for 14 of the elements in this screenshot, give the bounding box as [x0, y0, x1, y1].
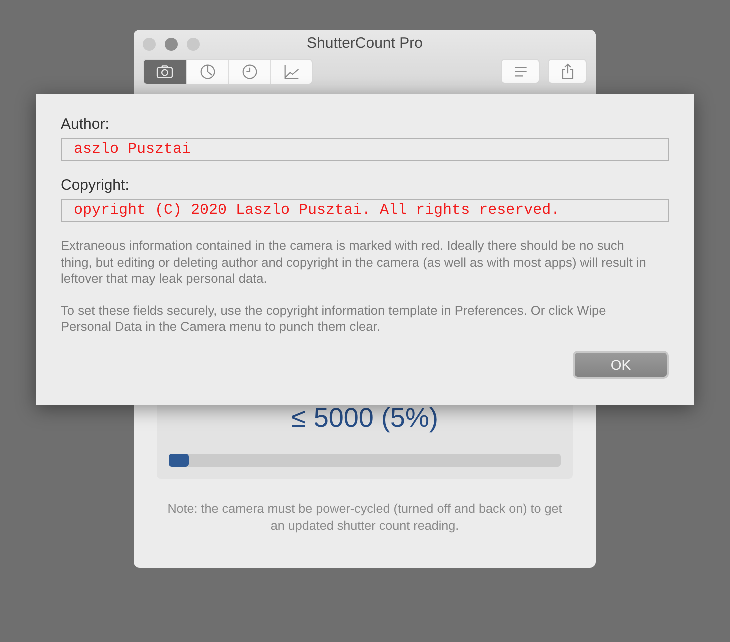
- info-text: To set these fields securely, use the copyright information template in Preferences. Or click Wipe Personal Data in the Camera menu to punch them clear.: [61, 302, 608, 336]
- input-field[interactable]: aszlo Pusztai: [61, 138, 669, 161]
- note-text: Note: the camera must be power-cycled (turned off and back on) to get an updated shutter count reading.: [166, 501, 564, 535]
- tab[interactable]: [144, 60, 186, 84]
- info-text: Extraneous information contained in the camera is marked with red. Ideally there should be no such thing, but editing or deleting author and copyright in the camera (as well as with most apps) will result in leftover that may leak personal data.: [61, 238, 648, 288]
- list-button[interactable]: [501, 59, 540, 84]
- shutter-count: ≤ 5000 (5%): [292, 403, 438, 434]
- ok-button[interactable]: OK: [573, 350, 669, 378]
- window-title: ShutterCount Pro: [307, 36, 423, 52]
- minimize-button[interactable]: [165, 38, 178, 51]
- field-label: Copyright:: [61, 177, 130, 194]
- share-button[interactable]: [548, 59, 587, 84]
- input-field[interactable]: opyright (C) 2020 Laszlo Pusztai. All rights reserved.: [61, 199, 669, 222]
- field-label: Author:: [61, 116, 110, 133]
